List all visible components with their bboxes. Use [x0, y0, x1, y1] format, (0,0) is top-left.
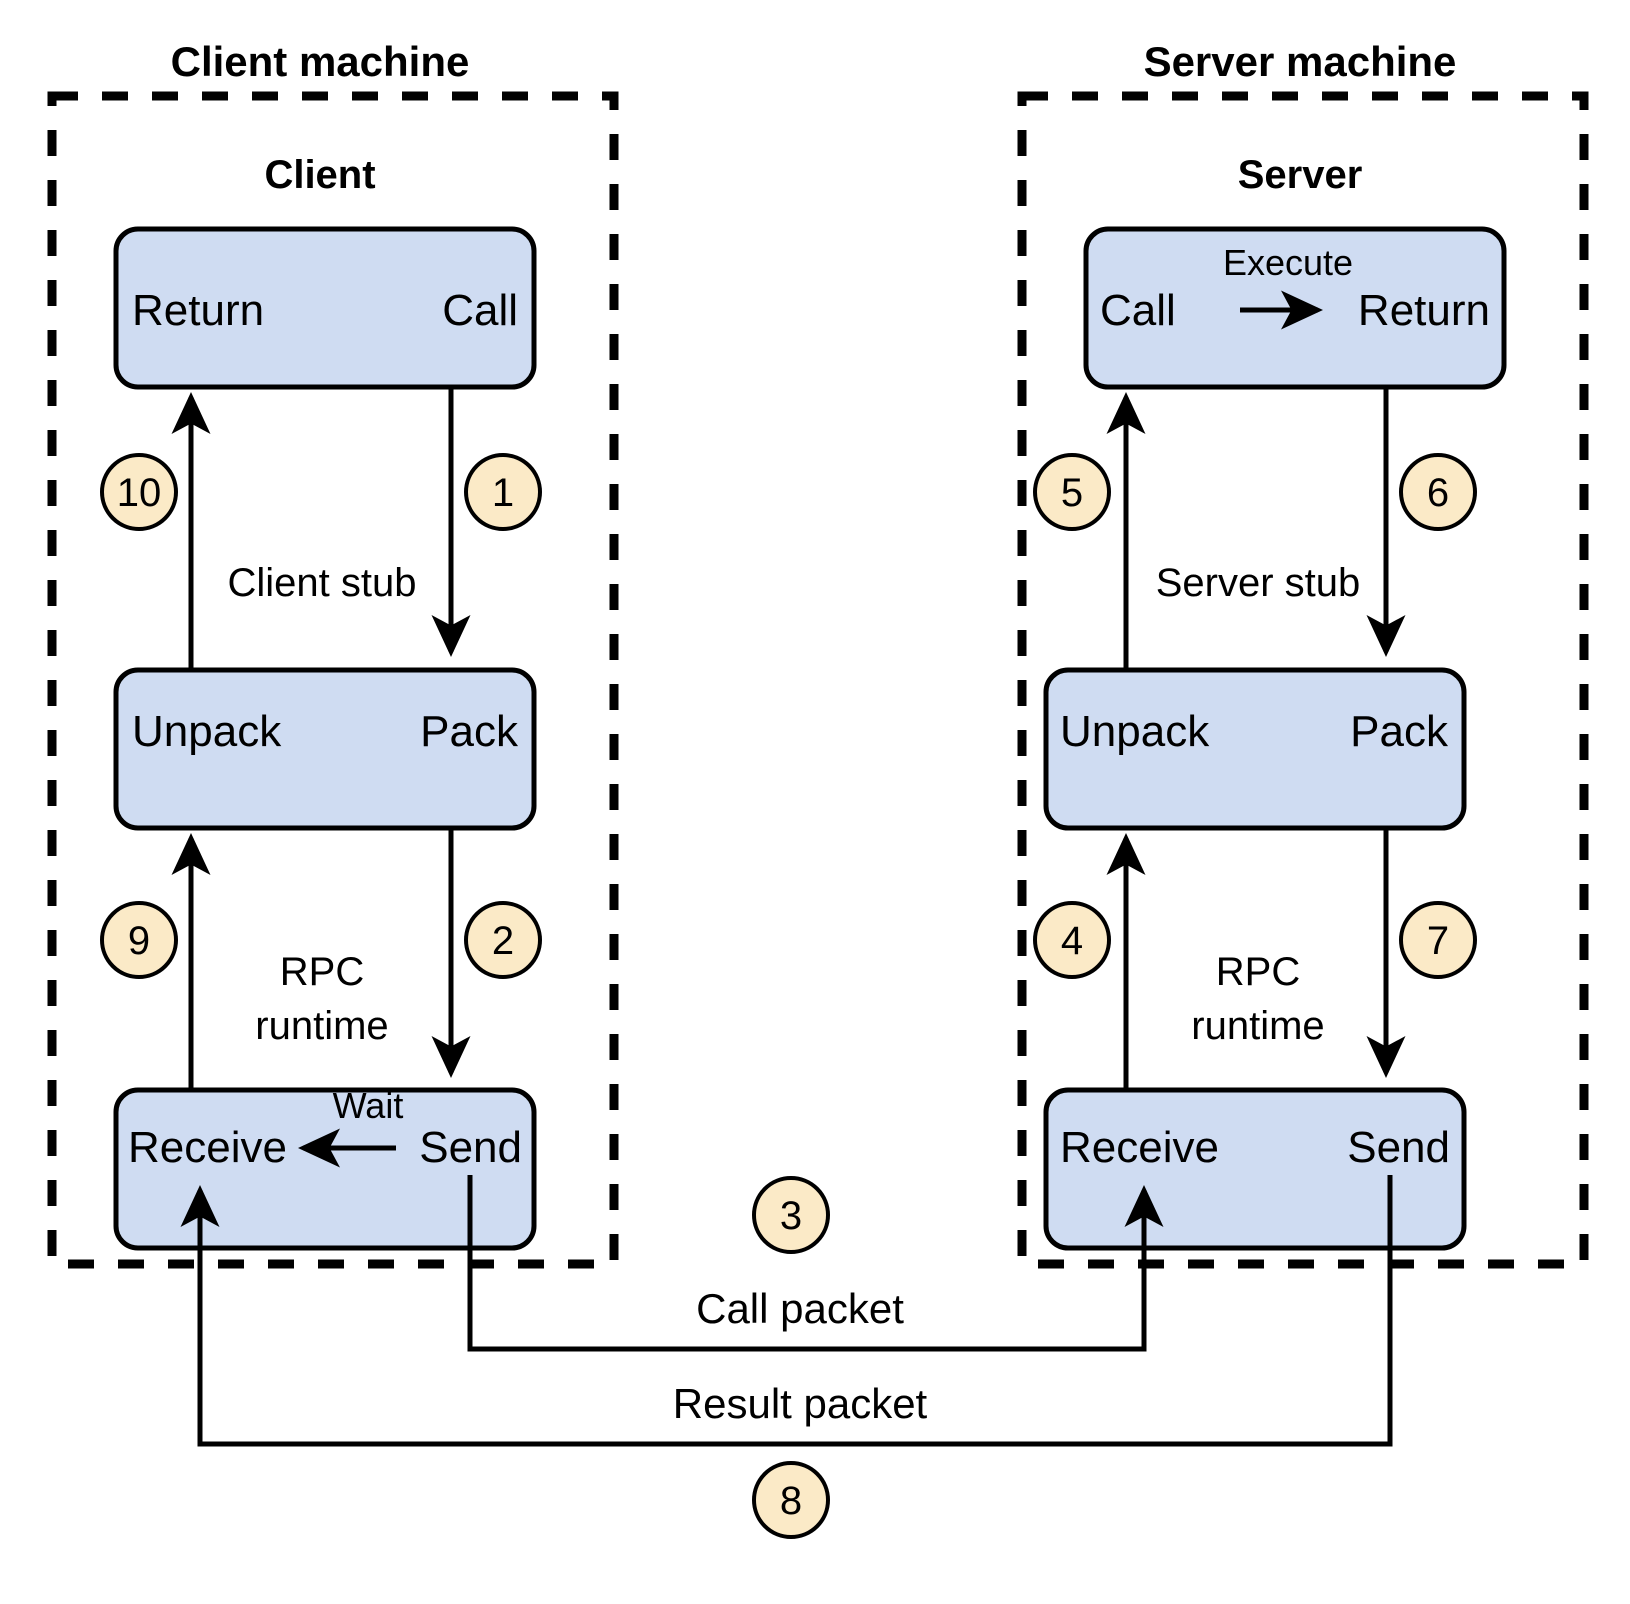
- step-label-1: 1: [492, 471, 514, 515]
- client-runtime-label-line1: RPC: [280, 950, 364, 994]
- server-runtime-label-line1: RPC: [1216, 950, 1300, 994]
- step-label-10: 10: [117, 471, 162, 515]
- step-label-7: 7: [1427, 919, 1449, 963]
- server-runtime-send-label: Send: [1347, 1123, 1450, 1172]
- step-label-4: 4: [1061, 919, 1083, 963]
- server-machine-title: Server machine: [1144, 38, 1457, 85]
- client-stub-layer-label: Client stub: [228, 561, 417, 605]
- rpc-diagram: Client machine Client Return Call 10 1 C…: [0, 0, 1630, 1604]
- call-packet-label: Call packet: [696, 1285, 904, 1332]
- client-box-return-label: Return: [132, 286, 264, 335]
- result-packet-label: Result packet: [673, 1380, 928, 1427]
- server-role-title: Server: [1238, 153, 1363, 197]
- step-label-6: 6: [1427, 471, 1449, 515]
- client-role-title: Client: [264, 153, 375, 197]
- client-box: Return Call: [113, 226, 537, 390]
- step-label-8: 8: [780, 1479, 802, 1523]
- client-box-call-label: Call: [442, 286, 518, 335]
- step-label-2: 2: [492, 919, 514, 963]
- server-stub-layer-label: Server stub: [1156, 561, 1361, 605]
- client-runtime-wait-label: Wait: [333, 1085, 404, 1126]
- step-label-5: 5: [1061, 471, 1083, 515]
- client-runtime-label-line2: runtime: [255, 1004, 388, 1048]
- client-runtime-receive-label: Receive: [128, 1123, 287, 1172]
- client-stub-pack-label: Pack: [420, 707, 519, 756]
- server-runtime-receive-label: Receive: [1060, 1123, 1219, 1172]
- server-stub-box: Unpack Pack: [1043, 667, 1467, 831]
- step-label-3: 3: [780, 1194, 802, 1238]
- step-label-9: 9: [128, 919, 150, 963]
- server-machine-group: Server machine Server Execute Call Retur…: [1017, 38, 1589, 1269]
- server-stub-pack-label: Pack: [1350, 707, 1449, 756]
- server-execute-label: Execute: [1223, 242, 1353, 283]
- client-stub-unpack-label: Unpack: [132, 707, 282, 756]
- server-runtime-label-line2: runtime: [1191, 1004, 1324, 1048]
- server-box-return-label: Return: [1358, 286, 1490, 335]
- rpc-diagram-canvas: Client machine Client Return Call 10 1 C…: [47, 38, 1589, 1539]
- server-box: Execute Call Return: [1083, 226, 1507, 390]
- server-stub-unpack-label: Unpack: [1060, 707, 1210, 756]
- client-machine-title: Client machine: [171, 38, 470, 85]
- client-runtime-send-label: Send: [419, 1123, 522, 1172]
- server-runtime-box: Receive Send: [1043, 1087, 1467, 1251]
- client-machine-group: Client machine Client Return Call 10 1 C…: [47, 38, 619, 1269]
- client-stub-box: Unpack Pack: [113, 667, 537, 831]
- server-box-call-label: Call: [1100, 286, 1176, 335]
